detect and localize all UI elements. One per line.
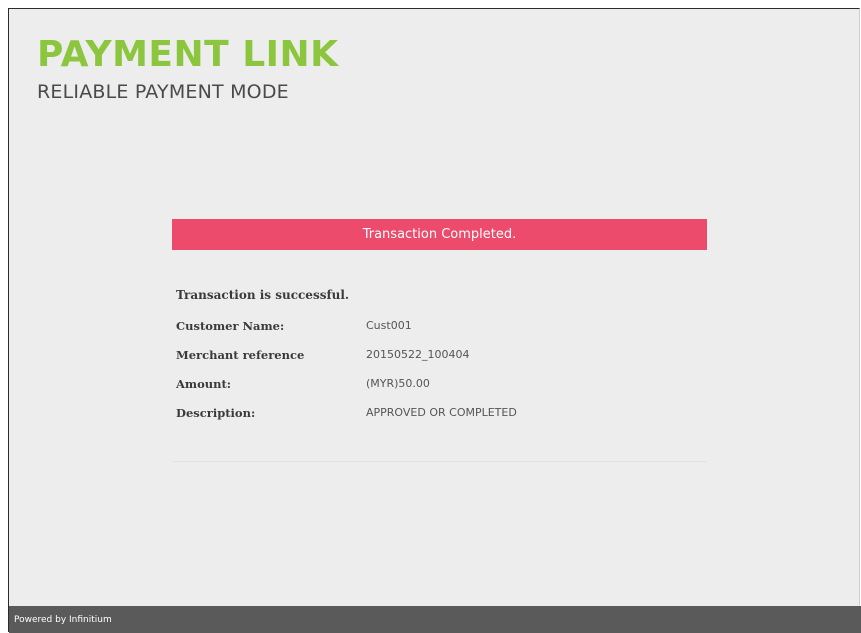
detail-row-amount: Amount: (MYR)50.00 <box>176 377 696 393</box>
detail-label: Amount: <box>176 377 232 391</box>
status-banner: Transaction Completed. <box>172 219 707 250</box>
success-message: Transaction is successful. <box>176 288 350 302</box>
detail-row-description: Description: APPROVED OR COMPLETED <box>176 406 696 422</box>
detail-label: Description: <box>176 406 256 420</box>
status-banner-text: Transaction Completed. <box>362 227 517 242</box>
detail-row-merchant-reference: Merchant reference 20150522_100404 <box>176 348 696 364</box>
brand-subtitle: RELIABLE PAYMENT MODE <box>37 81 289 103</box>
detail-value: 20150522_100404 <box>366 348 470 361</box>
result-panel: Transaction is successful. Customer Name… <box>172 250 707 462</box>
footer-bar: Powered by Infinitium <box>9 606 861 633</box>
detail-label: Merchant reference <box>176 348 305 362</box>
detail-label: Customer Name: <box>176 319 285 333</box>
detail-value: (MYR)50.00 <box>366 377 430 390</box>
page-frame: PAYMENT LINK RELIABLE PAYMENT MODE Trans… <box>8 8 861 633</box>
detail-row-customer-name: Customer Name: Cust001 <box>176 319 696 335</box>
footer-powered-by: Powered by Infinitium <box>14 614 112 625</box>
brand-title: PAYMENT LINK <box>37 34 339 75</box>
detail-value: Cust001 <box>366 319 412 332</box>
detail-value: APPROVED OR COMPLETED <box>366 406 517 419</box>
